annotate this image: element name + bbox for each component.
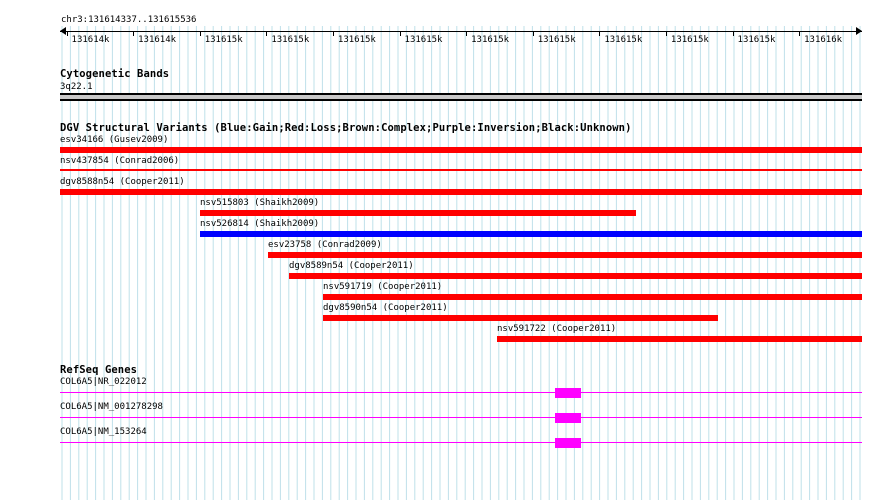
ruler-tick-label: 131615k <box>537 35 576 45</box>
variant-label[interactable]: esv34166 (Gusev2009) <box>60 135 168 145</box>
gene-intron-line[interactable] <box>60 392 862 393</box>
gene-label[interactable]: COL6A5|NR_022012 <box>60 377 147 387</box>
cytoband-track-title: Cytogenetic Bands <box>60 68 170 80</box>
ruler-tick-label: 131615k <box>404 35 443 45</box>
variant-bar[interactable] <box>60 147 862 153</box>
variant-label[interactable]: nsv591719 (Cooper2011) <box>323 282 442 292</box>
gene-label[interactable]: COL6A5|NM_001278298 <box>60 402 163 412</box>
cytoband-bar[interactable] <box>60 93 862 101</box>
ruler-left-arrow-icon[interactable] <box>60 27 66 35</box>
gene-label[interactable]: COL6A5|NM_153264 <box>60 427 147 437</box>
ruler-tick-label: 131615k <box>471 35 510 45</box>
variant-bar[interactable] <box>60 169 862 171</box>
gene-exon[interactable] <box>555 413 581 423</box>
variant-bar[interactable] <box>200 210 636 216</box>
cytoband-label: 3q22.1 <box>60 82 93 92</box>
variant-label[interactable]: nsv515803 (Shaikh2009) <box>200 198 319 208</box>
gene-exon[interactable] <box>555 438 581 448</box>
ruler-tick-label: 131615k <box>337 35 376 45</box>
variant-label[interactable]: nsv526814 (Shaikh2009) <box>200 219 319 229</box>
gene-exon[interactable] <box>555 388 581 398</box>
variant-label[interactable]: nsv591722 (Cooper2011) <box>497 324 616 334</box>
variant-label[interactable]: dgv8590n54 (Cooper2011) <box>323 303 448 313</box>
gene-intron-line[interactable] <box>60 442 862 443</box>
variant-label[interactable]: dgv8589n54 (Cooper2011) <box>289 261 414 271</box>
variant-label[interactable]: nsv437854 (Conrad2006) <box>60 156 179 166</box>
ruler-tick-label: 131614k <box>71 35 110 45</box>
variant-bar[interactable] <box>323 294 862 300</box>
ruler-right-arrow-icon[interactable] <box>856 27 862 35</box>
ruler-tick-label: 131615k <box>271 35 310 45</box>
ruler-tick-label: 131616k <box>804 35 843 45</box>
variant-label[interactable]: dgv8588n54 (Cooper2011) <box>60 177 185 187</box>
refseq-track-title: RefSeq Genes <box>60 364 138 376</box>
ruler-axis <box>60 31 862 32</box>
variant-bar[interactable] <box>268 252 862 258</box>
dgv-track-title: DGV Structural Variants (Blue:Gain;Red:L… <box>60 122 632 134</box>
ruler-tick-label: 131615k <box>737 35 776 45</box>
variant-bar[interactable] <box>323 315 718 321</box>
variant-bar[interactable] <box>289 273 862 279</box>
variant-bar[interactable] <box>60 189 862 195</box>
gene-intron-line[interactable] <box>60 417 862 418</box>
ruler-tick-label: 131615k <box>604 35 643 45</box>
variant-bar[interactable] <box>200 231 862 237</box>
ruler-tick-label: 131615k <box>670 35 709 45</box>
variant-label[interactable]: esv23758 (Conrad2009) <box>268 240 382 250</box>
variant-bar[interactable] <box>497 336 862 342</box>
coordinate-label: chr3:131614337..131615536 <box>61 15 197 25</box>
ruler-tick-label: 131614k <box>138 35 177 45</box>
ruler-tick-label: 131615k <box>204 35 243 45</box>
